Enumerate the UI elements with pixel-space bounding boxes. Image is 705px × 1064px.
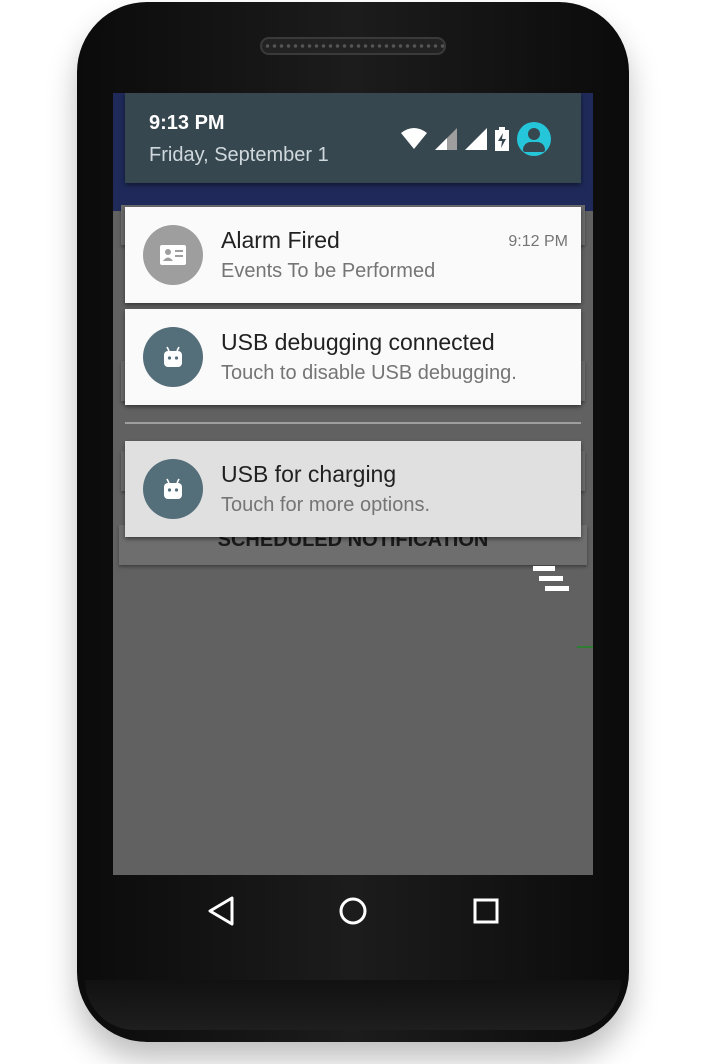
- status-icons: [401, 122, 551, 156]
- phone-speaker: [260, 37, 446, 55]
- recents-icon[interactable]: [464, 889, 508, 933]
- clock-date[interactable]: Friday, September 1: [149, 144, 329, 167]
- notification-title: USB for charging: [221, 461, 397, 487]
- notification-title: Alarm Fired: [221, 227, 340, 253]
- account-avatar-icon[interactable]: [517, 122, 551, 156]
- signal-full-icon: [465, 128, 487, 150]
- notification-alarm-fired[interactable]: Alarm Fired Events To be Performed 9:12 …: [125, 207, 581, 303]
- notification-shade: 9:13 PM Friday, September 1 Alarm Fired …: [113, 93, 593, 875]
- notification-text: Events To be Performed: [221, 260, 436, 282]
- notification-usb-charging[interactable]: USB for charging Touch for more options.: [125, 441, 581, 537]
- notification-text: Touch for more options.: [221, 494, 430, 516]
- notification-title: USB debugging connected: [221, 329, 495, 355]
- battery-charging-icon: [495, 127, 509, 151]
- scroll-indicator: [577, 646, 593, 648]
- notification-time: 9:12 PM: [508, 233, 568, 250]
- notification-usb-debugging[interactable]: USB debugging connected Touch to disable…: [125, 309, 581, 405]
- notification-text: Touch to disable USB debugging.: [221, 362, 517, 384]
- clock-time: 9:13 PM: [149, 112, 225, 134]
- quick-settings-header[interactable]: 9:13 PM Friday, September 1: [125, 93, 581, 183]
- wifi-icon: [401, 128, 427, 149]
- signal-icon: [435, 128, 457, 150]
- home-icon[interactable]: [331, 889, 375, 933]
- navigation-bar: [113, 875, 593, 947]
- android-icon: [143, 327, 203, 387]
- contact-card-icon: [143, 225, 203, 285]
- notification-divider: [125, 422, 581, 424]
- android-icon: [143, 459, 203, 519]
- phone-bottom-bezel: [85, 980, 621, 1030]
- back-icon[interactable]: [199, 889, 243, 933]
- clear-all-icon[interactable]: [533, 566, 571, 594]
